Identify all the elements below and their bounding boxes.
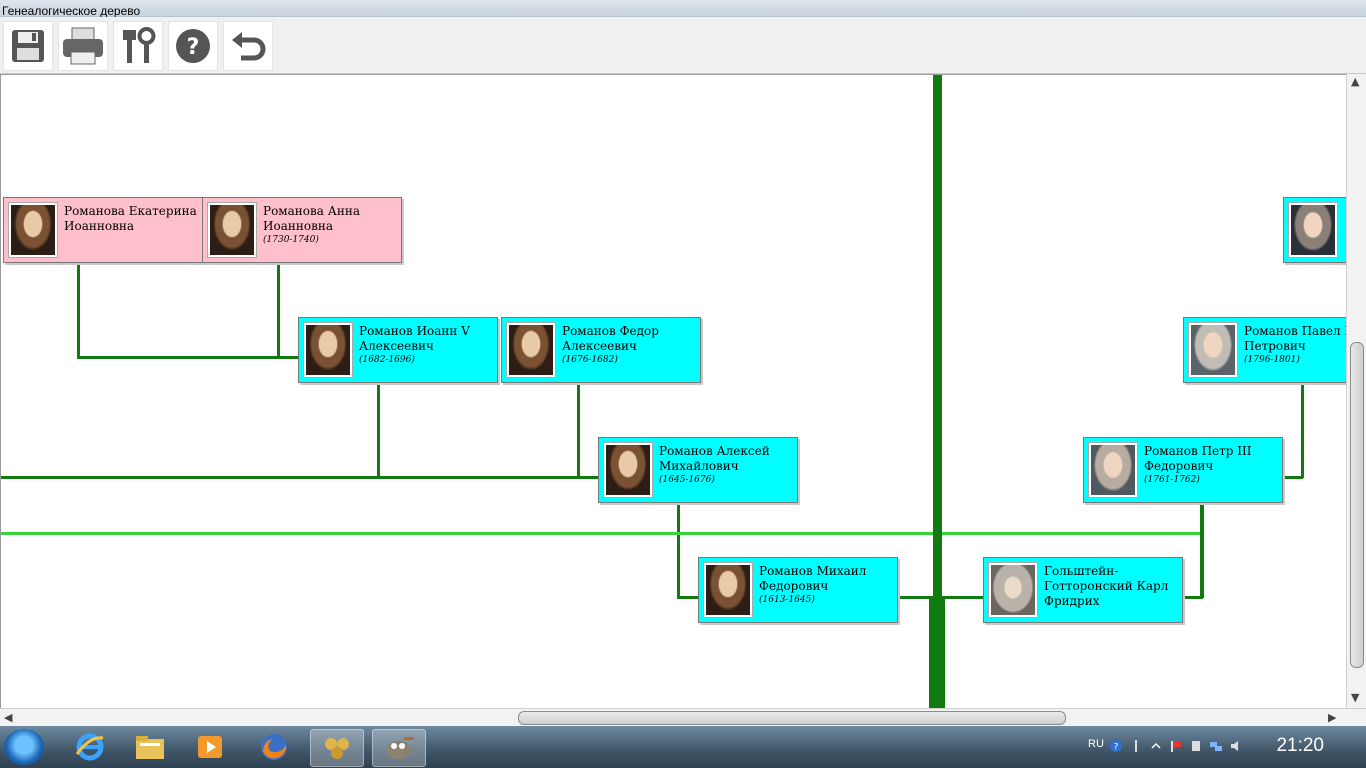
person-card-ioann[interactable]: Романов Иоанн V Алексеевич (1682-1696) [298,317,498,383]
person-years: (1761-1762) [1144,475,1200,485]
help-button[interactable]: ? [168,21,218,71]
center-axis-base [929,596,945,709]
person-card-karl[interactable]: Гольштейн-Готторонский Карл Фридрих [983,557,1183,623]
person-name: Романова Екатерина Иоанновна [64,204,197,233]
portrait-photo [9,203,57,257]
person-years: (1645-1676) [659,475,715,485]
language-indicator[interactable]: RU [1088,738,1104,750]
person-name: Романов Петр III Федорович [1144,444,1252,473]
action-center-flag-icon[interactable] [1170,740,1182,752]
person-years: (1730-1740) [263,235,319,245]
help-tray-icon[interactable]: ? [1110,740,1122,752]
undo-icon [232,32,266,61]
portrait-photo [604,443,652,497]
portrait-photo [208,203,256,257]
media-player-icon[interactable] [184,729,236,765]
undo-button[interactable] [223,21,273,71]
connector-line [1285,476,1303,479]
show-hidden-icons-chevron-up-icon[interactable] [1150,740,1162,752]
connector-line [1301,383,1304,478]
pen-input-icon[interactable] [1130,740,1142,752]
marriage-line [1,532,1203,535]
person-card-petr3[interactable]: Романов Петр III Федорович (1761-1762) [1083,437,1283,503]
person-years: (1682-1696) [359,355,415,365]
scroll-left-arrow-icon[interactable]: ◀ [4,712,12,724]
person-years: (1796-1801) [1244,355,1300,365]
person-name: Романов Алексей Михайлович [659,444,770,473]
genealogy-app-icon[interactable] [310,729,364,767]
save-button[interactable] [3,21,53,71]
system-tray: RU ? 21:20 [1076,726,1366,768]
person-card-fedor[interactable]: Романов Федор Алексеевич (1676-1682) [501,317,701,383]
person-name: Романова Анна Иоанновна [263,204,360,233]
person-card-ekaterina[interactable]: Романова Екатерина Иоанновна [3,197,203,263]
help-icon: ? [176,29,210,63]
connector-line [377,383,380,478]
scroll-up-arrow-icon[interactable]: ▲ [1351,76,1359,88]
connector-line [677,596,699,599]
horizontal-scroll-thumb[interactable] [518,711,1066,725]
portrait-photo [704,563,752,617]
printer-icon [63,27,103,65]
person-name: Романов Михаил Федорович [759,564,867,593]
explorer-folder-icon[interactable] [124,729,176,765]
person-card-pavel[interactable]: Романов Павел I Петрович (1796-1801) [1183,317,1348,383]
start-button[interactable] [4,729,44,765]
vertical-scroll-thumb[interactable] [1350,342,1364,668]
tree-canvas[interactable]: Романова Екатерина Иоанновна Романова Ан… [0,74,1348,710]
network-icon[interactable] [1210,740,1222,752]
person-name: Романов Федор Алексеевич [562,324,659,353]
firefox-icon[interactable] [248,729,300,765]
settings-button[interactable] [113,21,163,71]
portrait-photo [507,323,555,377]
connector-line [677,503,680,598]
connector-line [277,263,280,358]
connector-line [1,476,599,479]
person-card-partial[interactable] [1283,197,1347,263]
save-icon [12,30,44,62]
taskbar: RU ? 21:20 [0,726,1366,768]
connector-line [577,383,580,478]
horizontal-scrollbar[interactable]: ◀ ▶ [0,708,1366,727]
device-icon[interactable] [1190,740,1202,752]
person-name: Романов Иоанн V Алексеевич [359,324,470,353]
tools-icon [123,27,156,63]
gimp-icon[interactable] [372,729,426,767]
window-title: Генеалогическое дерево [2,4,141,18]
print-button[interactable] [58,21,108,71]
svg-text:?: ? [187,35,200,60]
clock[interactable]: 21:20 [1276,735,1324,757]
person-name: Романов Павел I Петрович [1244,324,1348,353]
volume-icon[interactable] [1230,740,1242,752]
scroll-right-arrow-icon[interactable]: ▶ [1328,712,1336,724]
person-card-mikhail[interactable]: Романов Михаил Федорович (1613-1645) [698,557,898,623]
scroll-down-arrow-icon[interactable]: ▼ [1351,692,1359,704]
title-bar: Генеалогическое дерево [0,0,1366,18]
portrait-photo [1089,443,1137,497]
connector-line [77,356,299,359]
connector-line [899,596,985,599]
person-years: (1613-1645) [759,595,815,605]
portrait-photo [1289,203,1337,257]
person-card-aleksei[interactable]: Романов Алексей Михайлович (1645-1676) [598,437,798,503]
vertical-scrollbar[interactable]: ▲ ▼ [1346,74,1366,708]
portrait-photo [304,323,352,377]
portrait-photo [989,563,1037,617]
person-name: Гольштейн-Готторонский Карл Фридрих [1044,564,1169,608]
portrait-photo [1189,323,1237,377]
svg-text:?: ? [1114,743,1119,753]
internet-explorer-icon[interactable] [64,729,116,765]
connector-line [1185,596,1203,599]
toolbar: ? [0,17,1366,74]
connector-line [1200,503,1204,598]
connector-line [77,263,80,358]
person-years: (1676-1682) [562,355,618,365]
person-card-anna[interactable]: Романова Анна Иоанновна (1730-1740) [202,197,402,263]
